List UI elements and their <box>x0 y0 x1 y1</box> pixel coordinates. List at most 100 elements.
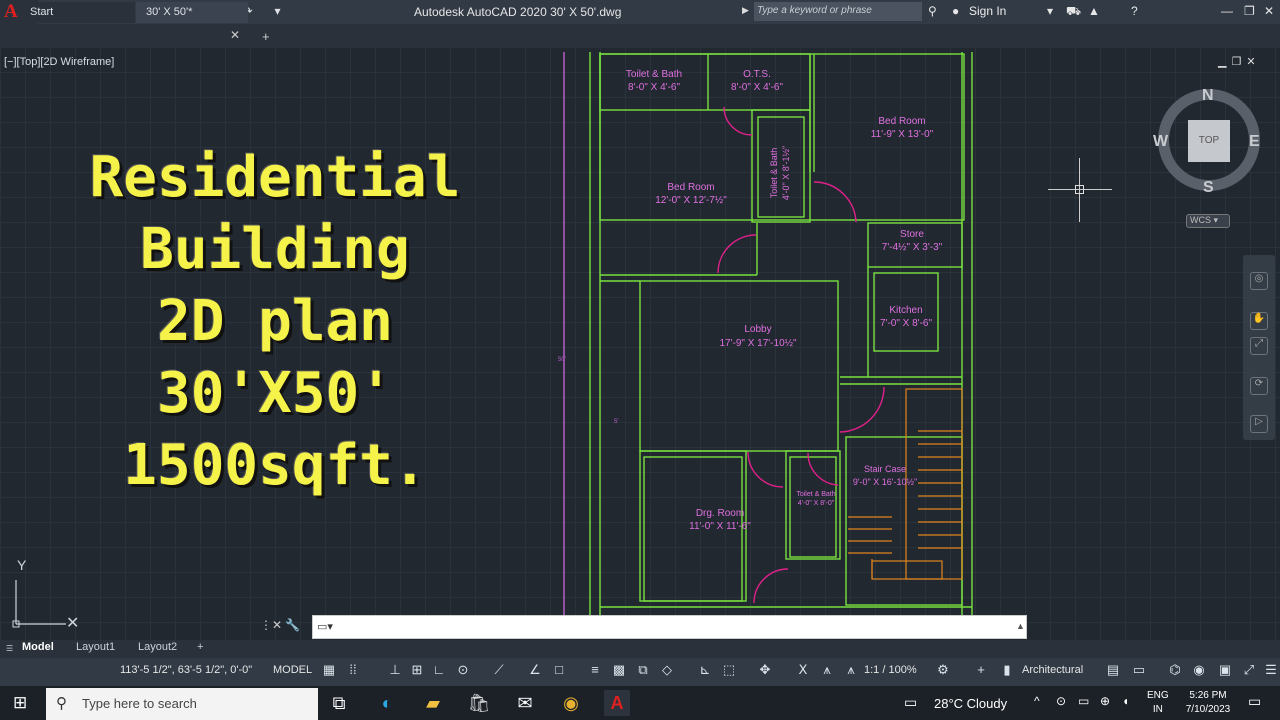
wcs-menu[interactable]: WCS ▾ <box>1186 214 1230 228</box>
minimize-icon[interactable]: — <box>1221 4 1233 18</box>
chevron-down-icon[interactable]: ▾ <box>1047 4 1053 18</box>
pan-hand-icon[interactable]: ✋ <box>1250 312 1268 330</box>
room-size: 11'-0" X 11'-6" <box>689 521 751 532</box>
weather-readout[interactable]: 28°C Cloudy <box>934 696 1007 711</box>
windows-start-icon[interactable]: ⊞ <box>13 693 27 713</box>
zoom-extents-icon[interactable]: ⤢ <box>1250 337 1268 355</box>
clock[interactable]: 5:26 PM 7/10/2023 <box>1178 689 1238 717</box>
showmotion-icon[interactable]: ▷ <box>1250 415 1268 433</box>
grid-icon[interactable]: ▦ <box>320 662 338 680</box>
room-label: Toilet & Bath 4'-0" X 8'-1½" <box>768 123 792 223</box>
model-space-button[interactable]: MODEL <box>273 664 312 676</box>
new-layout-icon[interactable]: + <box>197 641 203 657</box>
fullscreen-icon[interactable]: ⤢ <box>1240 662 1258 680</box>
restore-icon[interactable]: ❐ <box>1244 4 1255 18</box>
tab-layout1[interactable]: Layout1 <box>76 641 115 657</box>
coordinates-readout[interactable]: 113'-5 1/2", 63'-5 1/2", 0'-0" <box>120 664 252 676</box>
compass-south[interactable]: S <box>1203 179 1214 197</box>
transparency-icon[interactable]: ▩ <box>610 662 628 680</box>
notification-icon[interactable]: ▭ <box>1248 693 1261 710</box>
annotation-scale-icon[interactable]: ⩚ <box>842 662 860 680</box>
room-size: 8'-0" X 4'-6" <box>627 82 681 93</box>
drawing-canvas[interactable]: [−][Top][2D Wireframe] ▁❐✕ Residential B… <box>0 47 1280 640</box>
dynamic-ucs-icon[interactable]: ⊾ <box>696 662 714 680</box>
autocad-logo-icon: A <box>4 1 18 22</box>
taskbar-search-input[interactable]: Type here to search <box>46 688 318 720</box>
room-label: Lobby 17'-9" X 17'-10½" <box>702 323 814 351</box>
task-view-icon[interactable]: ⧉ <box>326 690 352 716</box>
selection-filter-icon[interactable]: ⬚ <box>720 662 738 680</box>
binoculars-icon[interactable]: ⚲ <box>928 4 937 18</box>
compass-west[interactable]: W <box>1153 133 1168 151</box>
tray-chevron-icon[interactable]: ^ <box>1034 694 1040 708</box>
customization-icon[interactable]: ☰ <box>1262 662 1280 680</box>
room-name: Drg. Room <box>695 508 745 519</box>
sign-in-button[interactable]: Sign In <box>969 4 1006 18</box>
store-icon[interactable]: 🛍 <box>466 690 492 716</box>
tab-drawing[interactable]: 30' X 50'* <box>136 2 248 23</box>
compass-east[interactable]: E <box>1249 133 1260 151</box>
close-icon[interactable]: ✕ <box>1264 4 1274 18</box>
units-dropdown[interactable]: Architectural <box>1022 664 1083 676</box>
layout-menu-icon[interactable]: ☰ <box>6 644 13 653</box>
room-name: Store <box>900 229 924 240</box>
clean-screen-icon[interactable]: ▣ <box>1216 662 1234 680</box>
steering-wheel-icon[interactable]: ◎ <box>1250 272 1268 290</box>
room-label: Bed Room 12'-0" X 12'-7½" <box>636 181 746 207</box>
room-size: 4'-0" X 8'-1½" <box>781 145 791 201</box>
user-icon[interactable]: ● <box>952 4 959 18</box>
customize-toolbar-icon[interactable]: ▾ <box>270 4 285 19</box>
edge-browser-icon[interactable]: ◐ <box>374 690 400 716</box>
close-tab-icon[interactable]: ✕ <box>230 28 240 42</box>
quick-properties-icon[interactable]: ▤ <box>1104 662 1122 680</box>
infer-constraints-icon[interactable]: ⊥ <box>386 662 404 680</box>
chrome-icon[interactable]: ◉ <box>558 690 584 716</box>
cart-icon[interactable]: ⛟ <box>1066 4 1081 20</box>
search-expand-icon[interactable]: ▶ <box>742 5 749 16</box>
mail-icon[interactable]: ✉ <box>512 690 538 716</box>
battery-icon[interactable]: ▭ <box>1078 694 1089 708</box>
compass-north[interactable]: N <box>1202 87 1214 105</box>
command-line-input[interactable]: ▭▾ ▲ <box>312 615 1027 639</box>
selection-cycling-icon[interactable]: ⧉ <box>634 662 652 680</box>
orbit-icon[interactable]: ⟳ <box>1250 377 1268 395</box>
isodraft-icon[interactable]: ⟋ <box>490 662 508 680</box>
gizmo-icon[interactable]: ✥ <box>756 662 774 680</box>
tab-model[interactable]: Model <box>22 641 54 657</box>
object-snap-tracking-icon[interactable]: ∠ <box>526 662 544 680</box>
tab-start[interactable]: Start <box>20 2 135 23</box>
autocad-taskbar-icon[interactable]: A <box>604 690 630 716</box>
lineweight-icon[interactable]: ≡ <box>586 662 604 680</box>
object-snap-icon[interactable]: □ <box>550 662 568 680</box>
snap-icon[interactable]: ⁞⁞ <box>344 662 362 680</box>
tab-layout2[interactable]: Layout2 <box>138 641 177 657</box>
window-title: Autodesk AutoCAD 2020 30' X 50'.dwg <box>414 5 622 19</box>
ortho-icon[interactable]: ∟ <box>430 662 448 680</box>
room-size: 11'-9" X 13'-0" <box>870 129 934 140</box>
language-indicator[interactable]: ENG IN <box>1147 689 1169 717</box>
lock-ui-icon[interactable]: ▭ <box>1130 662 1148 680</box>
search-input[interactable]: Type a keyword or phrase <box>754 2 922 21</box>
network-icon[interactable]: ⊕ <box>1100 694 1110 708</box>
annotation-visibility-icon[interactable]: Ⅹ <box>794 662 812 680</box>
annotation-monitor-icon[interactable]: + <box>972 662 990 680</box>
3d-osnap-icon[interactable]: ◇ <box>658 662 676 680</box>
hardware-acceleration-icon[interactable]: ◉ <box>1190 662 1208 680</box>
units-icon[interactable]: ▮ <box>998 662 1016 680</box>
command-prompt-icon[interactable]: ▭▾ <box>317 620 333 633</box>
auto-scale-icon[interactable]: ⩚ <box>818 662 836 680</box>
isolate-objects-icon[interactable]: ⌬ <box>1166 662 1184 680</box>
new-tab-icon[interactable]: + <box>262 29 270 44</box>
viewcube-top-face[interactable]: TOP <box>1188 120 1230 162</box>
workspace-gear-icon[interactable]: ⚙ <box>934 662 952 680</box>
volume-icon[interactable]: ◖ <box>1122 694 1129 708</box>
dynamic-input-icon[interactable]: ⊞ <box>408 662 426 680</box>
autodesk-a360-icon[interactable]: ▲ <box>1088 4 1100 18</box>
tray-app-icon[interactable]: ⊙ <box>1056 694 1066 708</box>
file-explorer-icon[interactable]: ▰ <box>420 690 446 716</box>
annotation-scale-readout[interactable]: 1:1 / 100% <box>864 664 917 676</box>
polar-tracking-icon[interactable]: ⊙ <box>454 662 472 680</box>
command-line-controls[interactable]: ⋮✕ 🔧 <box>260 618 300 632</box>
command-history-icon[interactable]: ▲ <box>1016 621 1025 631</box>
help-icon[interactable]: ? <box>1131 4 1138 18</box>
